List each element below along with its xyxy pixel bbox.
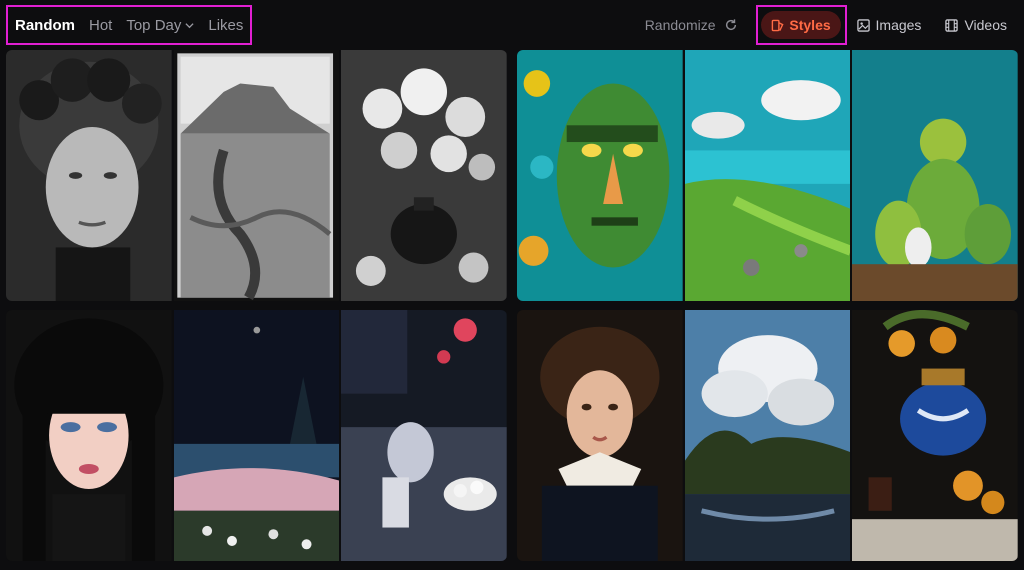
randomize-label: Randomize (644, 17, 716, 33)
styles-icon (772, 19, 784, 31)
gallery-image[interactable] (852, 310, 1018, 561)
gallery-image[interactable] (684, 310, 851, 561)
tab-hot[interactable]: Hot (89, 17, 112, 34)
gallery-image[interactable] (173, 50, 340, 301)
style-card[interactable] (6, 50, 507, 301)
gallery-image[interactable] (6, 50, 172, 301)
videos-button[interactable]: Videos (945, 17, 1007, 33)
styles-button[interactable]: Styles (761, 11, 841, 39)
style-card[interactable] (517, 50, 1018, 301)
tab-likes[interactable]: Likes (208, 17, 243, 34)
gallery-image[interactable] (341, 50, 507, 301)
film-icon (945, 18, 959, 32)
tab-top-day[interactable]: Top Day (126, 17, 194, 34)
toolbar: Randomize Styles Images Videos (645, 5, 1024, 45)
gallery-image[interactable] (173, 310, 340, 561)
styles-highlight: Styles (755, 5, 847, 45)
styles-label: Styles (789, 17, 831, 33)
style-gallery (6, 50, 1018, 562)
gallery-image[interactable] (684, 50, 851, 301)
videos-label: Videos (964, 17, 1007, 33)
tab-top-day-label: Top Day (126, 16, 182, 34)
refresh-icon (725, 19, 736, 31)
gallery-image[interactable] (341, 310, 507, 561)
chevron-down-icon (185, 22, 194, 28)
gallery-image[interactable] (6, 310, 172, 561)
gallery-image[interactable] (517, 310, 683, 561)
tab-random[interactable]: Random (15, 17, 75, 34)
gallery-image[interactable] (852, 50, 1018, 301)
gallery-image[interactable] (517, 50, 683, 301)
top-bar: Random Hot Top Day Likes Randomize Style… (0, 0, 1024, 46)
images-button[interactable]: Images (856, 17, 922, 33)
style-card[interactable] (6, 310, 507, 561)
style-card[interactable] (517, 310, 1018, 561)
sort-tabs: Random Hot Top Day Likes (6, 5, 253, 45)
images-label: Images (875, 17, 922, 33)
randomize-button[interactable]: Randomize (645, 17, 738, 33)
image-icon (856, 18, 870, 32)
